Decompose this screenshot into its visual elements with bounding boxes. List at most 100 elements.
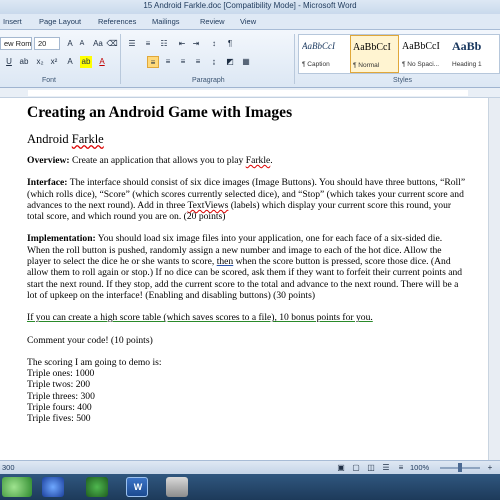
implementation-paragraph: Implementation: You should load six imag…: [27, 233, 467, 301]
ruler-track: [28, 90, 468, 96]
decrease-indent-icon[interactable]: ⇤: [176, 38, 188, 50]
increase-indent-icon[interactable]: ⇥: [190, 38, 202, 50]
borders-icon[interactable]: ▦: [240, 56, 252, 68]
shading-icon[interactable]: ◩: [224, 56, 236, 68]
word-taskbar-icon[interactable]: W: [126, 477, 148, 497]
font-group-label: Font: [42, 77, 57, 84]
overview-label: Overview:: [27, 155, 70, 166]
justify-button[interactable]: ≡: [192, 56, 204, 68]
ruler[interactable]: [0, 88, 500, 98]
status-bar: 300 ▣ ▢ ◫ ☰ ≡ 100% +: [0, 460, 500, 474]
group-divider: [120, 34, 121, 84]
align-left-button[interactable]: ≡: [147, 56, 159, 68]
document-subtitle: Android Farkle: [27, 132, 467, 147]
grammar-word: then: [216, 256, 234, 268]
text-effects-button[interactable]: A: [64, 56, 76, 68]
numbering-icon[interactable]: ≡: [142, 38, 154, 50]
zoom-slider[interactable]: [440, 463, 480, 472]
style-caption[interactable]: AaBbCcI ¶ Caption: [300, 35, 349, 73]
window-title: 15 Android Farkle.doc [Compatibility Mod…: [143, 1, 357, 10]
zoom-level[interactable]: 100%: [410, 463, 429, 472]
eraser-icon[interactable]: ⌫: [106, 38, 118, 50]
bullets-icon[interactable]: ☰: [126, 38, 138, 50]
paragraph-group-label: Paragraph: [192, 77, 225, 84]
overview-paragraph: Overview: Create an application that all…: [27, 155, 467, 166]
tab-view[interactable]: View: [240, 17, 256, 26]
style-sample: AaBbCcI: [302, 41, 335, 51]
style-sample: AaBbCcI: [353, 42, 391, 53]
draft-icon[interactable]: ≡: [395, 462, 407, 474]
tab-insert[interactable]: Insert: [3, 17, 22, 26]
outline-icon[interactable]: ☰: [380, 462, 392, 474]
font-size-combo[interactable]: 20: [34, 37, 60, 50]
word-window: 15 Android Farkle.doc [Compatibility Mod…: [0, 0, 500, 500]
align-right-button[interactable]: ≡: [177, 56, 189, 68]
full-screen-icon[interactable]: ▢: [350, 462, 362, 474]
app-icon[interactable]: [86, 477, 108, 497]
grow-font-button[interactable]: A: [64, 38, 76, 50]
word-count[interactable]: 300: [2, 463, 15, 472]
misspelled-word: Farkle: [71, 132, 104, 146]
scoring-line: Triple ones: 1000: [27, 368, 95, 380]
interface-paragraph: Interface: The interface should consist …: [27, 177, 467, 222]
overview-end: .: [270, 155, 273, 166]
tab-review[interactable]: Review: [200, 17, 225, 26]
style-sample: AaBb: [452, 39, 482, 53]
misspelled-word: Farkle: [245, 155, 271, 166]
bonus-paragraph: If you can create a high score table (wh…: [27, 312, 373, 324]
interface-label: Interface:: [27, 177, 68, 189]
align-center-button[interactable]: ≡: [162, 56, 174, 68]
scoring-line: Triple threes: 300: [27, 390, 95, 402]
style-heading-1[interactable]: AaBb Heading 1: [450, 35, 499, 73]
font-name-combo[interactable]: ew Rom: [0, 37, 32, 50]
zoom-thumb[interactable]: [458, 463, 462, 472]
scoring-intro: The scoring I am going to demo is:: [27, 356, 162, 368]
subtitle-prefix: Android: [27, 132, 72, 146]
overview-text: Create an application that allows you to…: [69, 155, 246, 166]
style-name: ¶ No Spaci...: [402, 61, 440, 68]
style-name: ¶ Caption: [302, 61, 330, 68]
web-layout-icon[interactable]: ◫: [365, 462, 377, 474]
multilevel-list-icon[interactable]: ☷: [158, 38, 170, 50]
word-letter: W: [133, 482, 143, 492]
underline-button[interactable]: U: [3, 56, 15, 68]
scoring-line: Triple fives: 500: [27, 413, 91, 425]
tab-references[interactable]: References: [98, 17, 136, 26]
show-marks-icon[interactable]: ¶: [224, 38, 236, 50]
print-layout-icon[interactable]: ▣: [335, 462, 347, 474]
scoring-line: Triple fours: 400: [27, 402, 92, 414]
font-color-button[interactable]: A: [96, 56, 108, 68]
ribbon-tabs: Insert Page Layout References Mailings R…: [0, 14, 500, 30]
tool-icon[interactable]: [166, 477, 188, 497]
browser-icon[interactable]: [42, 477, 64, 497]
style-name: Heading 1: [452, 61, 482, 68]
style-name: ¶ Normal: [353, 62, 380, 69]
start-button[interactable]: [2, 477, 32, 497]
style-normal[interactable]: AaBbCcI ¶ Normal: [350, 35, 399, 73]
subscript-button[interactable]: x₂: [34, 56, 46, 68]
document-page[interactable]: Creating an Android Game with Images And…: [0, 98, 500, 460]
highlight-button[interactable]: ab: [80, 56, 92, 68]
clear-format-button[interactable]: Aa: [92, 38, 104, 50]
tab-mailings[interactable]: Mailings: [152, 17, 180, 26]
styles-gallery: AaBbCcI ¶ Caption AaBbCcI ¶ Normal AaBbC…: [298, 34, 500, 74]
taskbar: W: [0, 474, 500, 500]
ribbon: ew Rom 20 A A Aa ⌫ U ab x₂ x² A ab A Fon…: [0, 30, 500, 88]
vertical-scrollbar[interactable]: [488, 98, 500, 460]
misspelled-word: TextViews: [187, 199, 229, 211]
shrink-font-button[interactable]: A: [76, 38, 88, 50]
zoom-in-icon[interactable]: +: [484, 462, 496, 474]
document-title: Creating an Android Game with Images: [27, 104, 293, 121]
group-divider: [294, 34, 295, 84]
styles-group-label: Styles: [393, 77, 413, 84]
superscript-button[interactable]: x²: [48, 56, 60, 68]
document-body: Creating an Android Game with Images And…: [27, 104, 467, 425]
line-spacing-icon[interactable]: ↨: [208, 56, 220, 68]
tab-page-layout[interactable]: Page Layout: [39, 17, 81, 26]
scoring-line: Triple twos: 200: [27, 379, 91, 391]
style-sample: AaBbCcI: [402, 41, 440, 52]
strikethrough-button[interactable]: ab: [18, 56, 30, 68]
sort-icon[interactable]: ↕: [208, 38, 220, 50]
title-bar: 15 Android Farkle.doc [Compatibility Mod…: [0, 0, 500, 14]
style-no-spacing[interactable]: AaBbCcI ¶ No Spaci...: [400, 35, 449, 73]
